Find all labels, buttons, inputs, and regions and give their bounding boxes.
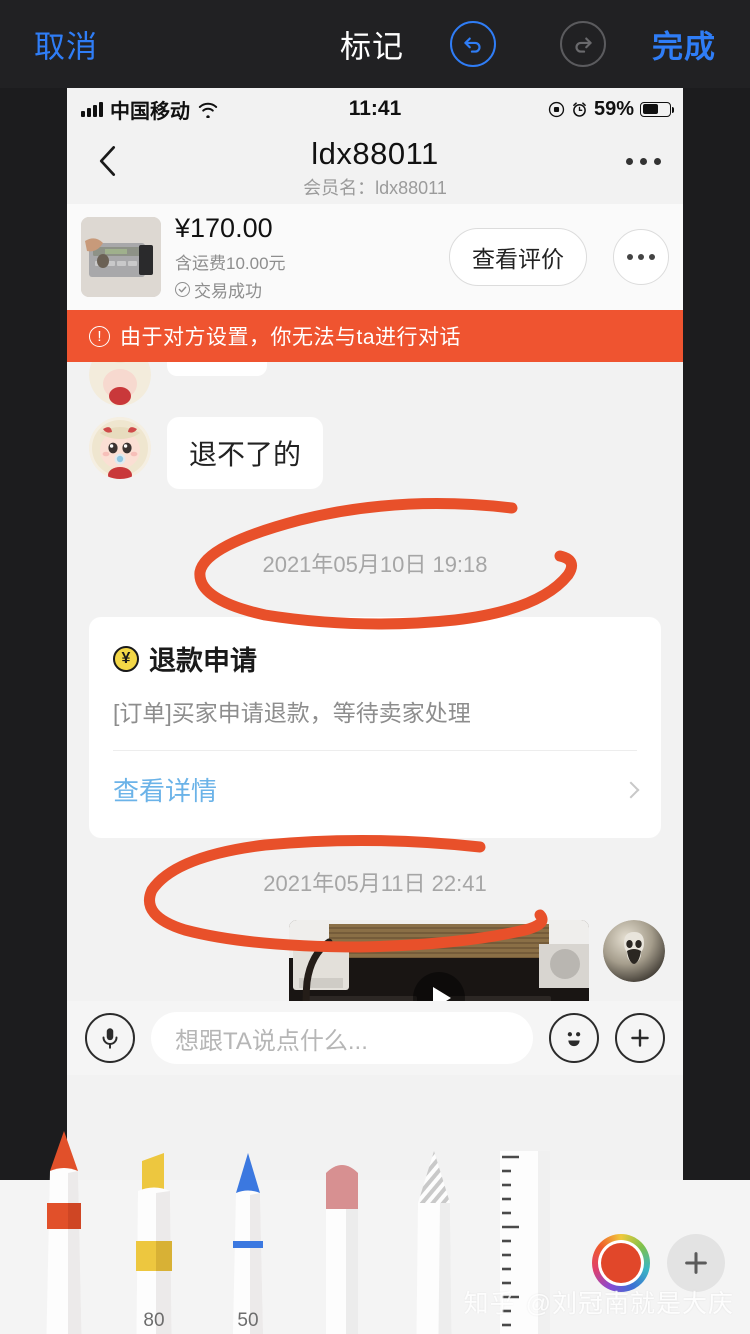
- plus-icon: [685, 1252, 707, 1274]
- product-thumbnail[interactable]: [81, 217, 161, 297]
- tool-eraser[interactable]: [312, 1147, 372, 1334]
- page-title: ldx88011: [311, 136, 439, 171]
- smiley-face-icon: [567, 1032, 581, 1047]
- timestamp-1: 2021年05月10日 19:18: [262, 552, 488, 577]
- chat-nav-bar: ldx88011 会员名：ldx88011: [67, 130, 683, 204]
- refund-request-card[interactable]: ¥ 退款申请 [订单]买家申请退款，等待卖家处理 查看详情: [89, 617, 661, 838]
- tool-pencil[interactable]: 50: [218, 1147, 278, 1334]
- page-subtitle: 会员名：ldx88011: [303, 178, 447, 198]
- selected-color-swatch: [601, 1243, 641, 1283]
- message-input[interactable]: 想跟TA说点什么...: [151, 1012, 533, 1064]
- redo-button[interactable]: [560, 21, 606, 67]
- view-detail-link[interactable]: 查看详情: [113, 751, 640, 830]
- view-detail-label: 查看详情: [113, 776, 218, 806]
- avatar[interactable]: [89, 417, 151, 479]
- battery-icon: [640, 101, 674, 117]
- plus-icon: [631, 1029, 649, 1047]
- watermark: 知乎 @刘冠南就是大庆: [464, 1284, 734, 1320]
- more-dots-icon: [627, 254, 633, 260]
- more-dots-icon: [626, 158, 633, 165]
- order-info: ¥170.00 含运费10.00元 交易成功: [175, 212, 435, 302]
- redo-arrow-icon: [575, 37, 592, 53]
- exclamation-circle-icon: !: [89, 325, 110, 347]
- tool-palette[interactable]: 80 50 知乎 @刘冠南就是大庆: [0, 1131, 750, 1334]
- watermark-site: 知乎: [463, 1290, 516, 1318]
- card-description: [订单]买家申请退款，等待卖家处理: [113, 700, 471, 726]
- view-review-button[interactable]: 查看评价: [449, 228, 587, 286]
- undo-arrow-icon: [464, 37, 481, 53]
- message-text[interactable]: 退不了的: [167, 417, 324, 489]
- baby-cartoon-avatar: [89, 417, 151, 479]
- avatar-previous-message: [89, 362, 151, 406]
- order-status-label: 交易成功: [194, 282, 262, 302]
- markup-toolbar: 取消 标记 完成: [0, 0, 750, 88]
- emoji-button[interactable]: [549, 1013, 599, 1063]
- order-shipping: 含运费10.00元: [175, 254, 286, 274]
- order-price: ¥170.00: [175, 212, 273, 243]
- order-summary-bar[interactable]: ¥170.00 含运费10.00元 交易成功 查看评价: [67, 204, 683, 310]
- rotation-lock-icon: [548, 101, 565, 117]
- alarm-clock-icon: [573, 101, 586, 117]
- status-right: 59%: [548, 97, 674, 121]
- done-button[interactable]: 完成: [652, 22, 716, 67]
- order-more-button[interactable]: [613, 229, 669, 285]
- tool-size-label: 50: [237, 1310, 259, 1331]
- yen-coin-icon: ¥: [113, 645, 139, 672]
- pen-icon: [46, 1131, 82, 1334]
- battery-percent-label: 59%: [593, 97, 634, 120]
- nav-more-button[interactable]: [626, 158, 661, 165]
- eraser-icon: [326, 1165, 358, 1334]
- banner-text: 由于对方设置，你无法与ta进行对话: [120, 326, 462, 349]
- highlighter-icon: [136, 1153, 172, 1334]
- tool-lasso[interactable]: [404, 1147, 464, 1334]
- chevron-right-icon: [622, 781, 640, 798]
- order-status: 交易成功: [175, 277, 435, 302]
- card-title: 退款申请: [149, 646, 257, 676]
- card-title-row: ¥ 退款申请: [113, 639, 637, 678]
- timestamp-2: 2021年05月11日 22:41: [263, 871, 487, 896]
- tool-size-label: 80: [143, 1310, 165, 1331]
- undo-button[interactable]: [450, 21, 496, 67]
- add-attachment-button[interactable]: [615, 1013, 665, 1063]
- screenshot-canvas[interactable]: 中国移动 11:41 59% ldx88011 会员名：ldx88011 ¥17…: [67, 88, 683, 1180]
- tool-pen[interactable]: [34, 1127, 94, 1334]
- message-row-text: 退不了的: [67, 417, 683, 489]
- pencil-icon: [232, 1153, 264, 1334]
- product-thumbnail-cassette-player: [81, 217, 161, 297]
- check-circle-icon: [175, 282, 190, 298]
- avatar-sender[interactable]: [603, 920, 665, 982]
- skull-avatar: [603, 920, 665, 982]
- status-bar: 中国移动 11:41 59%: [67, 88, 683, 130]
- screen-root: 取消 标记 完成 中国移动 11:41 59% ldx88011 会员名：ldx…: [0, 0, 750, 1334]
- cancel-button[interactable]: 取消: [34, 22, 98, 67]
- conversation-disabled-banner: ! 由于对方设置，你无法与ta进行对话: [67, 310, 683, 362]
- voice-button[interactable]: [85, 1013, 135, 1063]
- watermark-handle: @刘冠南就是大庆: [525, 1290, 734, 1318]
- tool-highlighter[interactable]: 80: [124, 1147, 184, 1334]
- lasso-icon: [416, 1151, 452, 1334]
- bubble-previous-message[interactable]: [167, 362, 267, 376]
- chat-message-list[interactable]: 退不了的 2021年05月10日 19:18 ¥ 退款申请 [订单]买家申请退款…: [67, 362, 683, 1075]
- markup-title: 标记: [340, 29, 404, 65]
- microphone-icon: [102, 1028, 118, 1049]
- chat-input-bar[interactable]: 想跟TA说点什么...: [67, 1001, 683, 1075]
